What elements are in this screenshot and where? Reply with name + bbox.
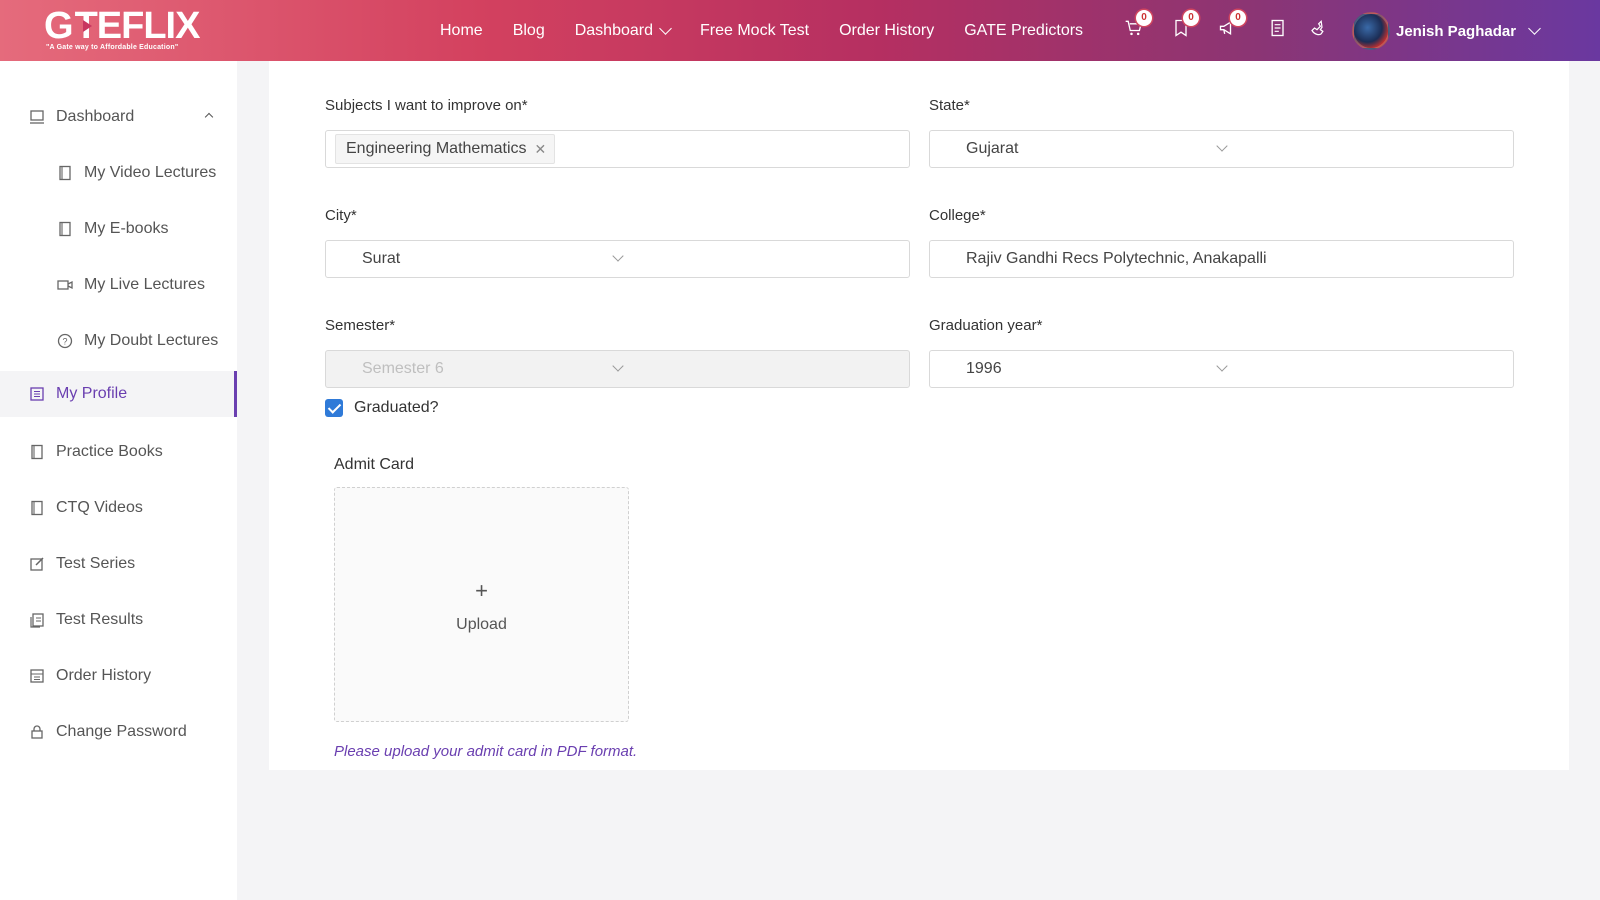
- graduated-label: Graduated?: [354, 399, 439, 416]
- nav-home[interactable]: Home: [440, 22, 483, 40]
- nav-free-mock-test[interactable]: Free Mock Test: [700, 22, 809, 40]
- sidebar-item-test-results[interactable]: Test Results: [0, 597, 237, 643]
- city-label: City*: [325, 207, 357, 224]
- video-icon: [56, 276, 74, 294]
- bookmark-button[interactable]: 0: [1171, 10, 1199, 42]
- brand-logo[interactable]: G TEFLIX "A Gate way to Affordable Educat…: [44, 6, 200, 56]
- edit-icon: [28, 555, 46, 573]
- remove-tag-icon[interactable]: ✕: [535, 141, 547, 158]
- svg-text:?: ?: [62, 337, 67, 347]
- file-icon: [28, 611, 46, 629]
- main-nav: Home Blog Dashboard Free Mock Test Order…: [440, 0, 1113, 61]
- sidebar-item-ctq-videos[interactable]: CTQ Videos: [0, 485, 237, 531]
- book-icon: [56, 220, 74, 238]
- phone-icon: [1311, 20, 1324, 36]
- chevron-down-icon: [1216, 140, 1228, 152]
- sidebar-item-my-e-books[interactable]: My E-books: [0, 206, 237, 252]
- profile-form: Subjects I want to improve on* Engineeri…: [269, 61, 1569, 770]
- chevron-down-icon: [1216, 360, 1228, 372]
- admit-card-upload[interactable]: + Upload: [334, 487, 629, 722]
- semester-label: Semester*: [325, 317, 396, 334]
- question-icon: ?: [56, 332, 74, 350]
- semester-select: Semester 6: [325, 350, 910, 388]
- cart-count-badge: 0: [1136, 10, 1152, 26]
- cart-button[interactable]: 0: [1124, 10, 1152, 42]
- graduated-checkbox[interactable]: [325, 399, 343, 417]
- plus-icon: +: [475, 578, 488, 603]
- sidebar-item-order-history[interactable]: Order History: [0, 653, 237, 699]
- user-name: Jenish Paghadar: [1396, 22, 1517, 40]
- chevron-up-icon: [204, 112, 214, 122]
- city-select[interactable]: Surat: [325, 240, 910, 278]
- graduation-year-label: Graduation year*: [929, 317, 1043, 334]
- sidebar-item-test-series[interactable]: Test Series: [0, 541, 237, 587]
- upload-label: Upload: [456, 616, 507, 633]
- sidebar-item-my-video-lectures[interactable]: My Video Lectures: [0, 150, 237, 196]
- upload-hint: Please upload your admit card in PDF for…: [334, 743, 638, 760]
- graduation-year-select[interactable]: 1996: [929, 350, 1514, 388]
- subjects-label: Subjects I want to improve on*: [325, 97, 528, 114]
- chevron-down-icon: [612, 360, 624, 372]
- document-icon: [1271, 19, 1284, 37]
- sidebar-item-practice-books[interactable]: Practice Books: [0, 429, 237, 475]
- laptop-icon: [28, 108, 46, 126]
- lock-icon: [28, 723, 46, 741]
- avatar: [1352, 12, 1390, 50]
- bookmark-count-badge: 0: [1183, 10, 1199, 26]
- user-menu[interactable]: Jenish Paghadar: [1352, 12, 1541, 50]
- chevron-down-icon: [659, 21, 672, 35]
- state-select[interactable]: Gujarat: [929, 130, 1514, 168]
- state-label: State*: [929, 97, 970, 114]
- college-label: College*: [929, 207, 986, 224]
- sidebar-item-dashboard[interactable]: Dashboard: [0, 94, 237, 140]
- top-navbar: G TEFLIX "A Gate way to Affordable Educat…: [0, 0, 1600, 61]
- nav-blog[interactable]: Blog: [513, 22, 545, 40]
- nav-gate-predictors[interactable]: GATE Predictors: [964, 22, 1083, 40]
- notification-count-badge: 0: [1230, 10, 1246, 26]
- document-button[interactable]: [1268, 18, 1292, 42]
- sidebar-item-my-live-lectures[interactable]: My Live Lectures: [0, 262, 237, 308]
- notification-button[interactable]: 0: [1218, 10, 1246, 42]
- book-icon: [28, 443, 46, 461]
- book-icon: [28, 499, 46, 517]
- phone-button[interactable]: [1307, 18, 1331, 42]
- nav-order-history[interactable]: Order History: [839, 22, 934, 40]
- profile-icon: [28, 385, 46, 403]
- sidebar: Dashboard My Video Lectures My E-books M…: [0, 61, 237, 900]
- admit-card-label: Admit Card: [334, 456, 415, 473]
- chevron-down-icon: [612, 250, 624, 262]
- college-input[interactable]: Rajiv Gandhi Recs Polytechnic, Anakapall…: [929, 240, 1514, 278]
- subjects-multiselect[interactable]: Engineering Mathematics ✕: [325, 130, 910, 168]
- receipt-icon: [28, 667, 46, 685]
- sidebar-item-my-doubt-lectures[interactable]: ? My Doubt Lectures: [0, 318, 237, 364]
- chevron-down-icon: [1528, 22, 1541, 35]
- sidebar-item-change-password[interactable]: Change Password: [0, 709, 237, 755]
- page-gutter: [1569, 61, 1600, 770]
- nav-dashboard[interactable]: Dashboard: [575, 21, 672, 40]
- book-icon: [56, 164, 74, 182]
- subject-tag: Engineering Mathematics ✕: [335, 134, 556, 164]
- sidebar-item-my-profile[interactable]: My Profile: [0, 371, 237, 417]
- brand-tagline: "A Gate way to Affordable Education": [46, 44, 179, 51]
